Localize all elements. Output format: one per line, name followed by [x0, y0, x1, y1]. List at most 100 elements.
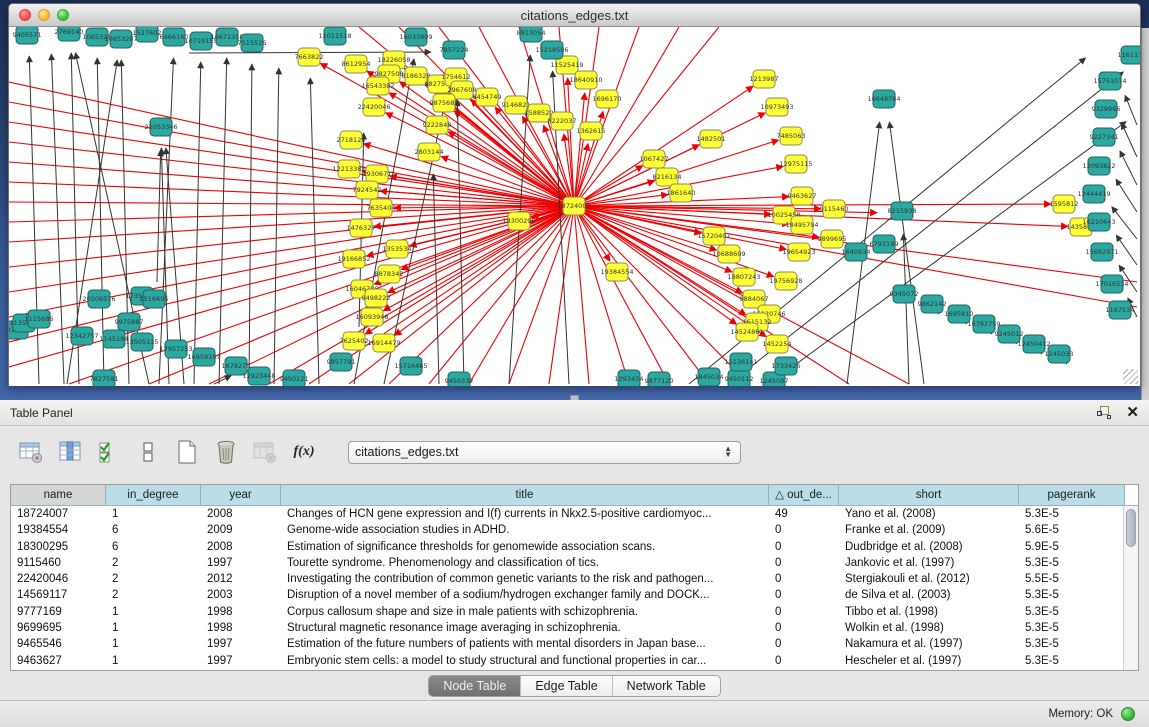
network-node[interactable]: 16033809: [399, 28, 432, 46]
memory-ok-indicator[interactable]: [1121, 707, 1135, 721]
table-row[interactable]: 977716911998Corpus callosum shape and si…: [11, 604, 1138, 620]
network-node[interactable]: 9450332: [445, 372, 474, 386]
network-node[interactable]: 1161174: [1118, 46, 1140, 64]
table-row[interactable]: 1872400712008Changes of HCN gene express…: [11, 506, 1138, 522]
network-node[interactable]: 8216134: [653, 168, 682, 186]
column-header-name[interactable]: name: [11, 485, 106, 505]
network-node[interactable]: 7663822: [295, 48, 324, 66]
network-node[interactable]: 15716485: [394, 357, 427, 375]
delete-table-icon[interactable]: [213, 439, 239, 465]
close-window-button[interactable]: [19, 9, 31, 21]
network-node[interactable]: 9405571: [13, 27, 42, 44]
network-node[interactable]: 8215938: [888, 202, 917, 220]
new-table-icon[interactable]: [174, 439, 200, 465]
network-node[interactable]: 1362615: [577, 122, 606, 140]
network-node[interactable]: 2769140: [55, 27, 84, 41]
network-node[interactable]: 8813054: [517, 27, 546, 42]
float-panel-icon[interactable]: [1097, 406, 1112, 420]
network-node[interactable]: 8878342: [375, 265, 404, 283]
network-window-titlebar[interactable]: citations_edges.txt: [9, 4, 1140, 27]
network-node[interactable]: 15720407: [697, 227, 730, 245]
network-node[interactable]: 9227341: [1090, 128, 1119, 146]
network-node[interactable]: 6793199: [870, 235, 899, 253]
network-node[interactable]: 21053346: [144, 118, 177, 136]
close-panel-icon[interactable]: ✕: [1126, 406, 1139, 420]
resize-grip[interactable]: [1123, 369, 1138, 384]
network-node[interactable]: 15751074: [1093, 72, 1126, 90]
network-node[interactable]: 11011518: [318, 27, 351, 45]
column-header-year[interactable]: year: [201, 485, 281, 505]
zoom-window-button[interactable]: [57, 9, 69, 21]
column-header-in_degree[interactable]: in_degree: [106, 485, 201, 505]
network-node[interactable]: 12975115: [779, 155, 812, 173]
tab-node-table[interactable]: Node Table: [429, 676, 521, 696]
network-node[interactable]: 9450112: [725, 370, 754, 386]
network-node[interactable]: 17016534: [1095, 275, 1128, 293]
network-node[interactable]: 10688609: [712, 245, 745, 263]
network-node[interactable]: 10973493: [760, 98, 793, 116]
network-node[interactable]: 1245033: [1045, 345, 1074, 363]
network-node[interactable]: 12093822: [1082, 157, 1115, 175]
network-node[interactable]: 9862142: [918, 295, 947, 313]
network-node[interactable]: 1145194: [100, 330, 129, 348]
network-node[interactable]: 12444419: [1077, 185, 1110, 203]
network-node[interactable]: 19756928: [769, 272, 802, 290]
tab-edge-table[interactable]: Edge Table: [521, 676, 612, 696]
network-view-window[interactable]: citations_edges.txt 76638228612954182260…: [8, 3, 1141, 386]
network-node[interactable]: 1527602: [133, 27, 162, 42]
network-graph[interactable]: 7663822861295418226058982750816543382818…: [9, 27, 1140, 386]
network-node[interactable]: 2803144: [415, 143, 444, 161]
tab-network-table[interactable]: Network Table: [613, 676, 720, 696]
network-node[interactable]: 7635404: [367, 199, 396, 217]
network-node[interactable]: 7485063: [777, 127, 806, 145]
network-node[interactable]: 13505135: [125, 333, 158, 351]
column-header-short[interactable]: short: [839, 485, 1019, 505]
network-node[interactable]: 9450121: [280, 370, 309, 386]
row-height-icon[interactable]: [135, 439, 161, 465]
network-node[interactable]: 8612954: [342, 55, 371, 73]
network-node[interactable]: 9115460: [820, 200, 849, 218]
network-node[interactable]: 16648784: [867, 90, 900, 108]
network-node[interactable]: 9877120: [645, 372, 674, 386]
network-node[interactable]: 7827591: [90, 370, 119, 386]
scrollbar-thumb[interactable]: [1126, 509, 1136, 547]
network-node[interactable]: 9899695: [818, 230, 847, 248]
minimize-window-button[interactable]: [38, 9, 50, 21]
table-row[interactable]: 969969511998Structural magnetic resonanc…: [11, 620, 1138, 636]
network-node[interactable]: 9329966: [1092, 100, 1121, 118]
network-node[interactable]: 9857791: [327, 353, 356, 371]
network-node[interactable]: 1696170: [593, 90, 622, 108]
table-row[interactable]: 1830029562008Estimation of significance …: [11, 539, 1138, 555]
network-node[interactable]: 20206576: [82, 290, 115, 308]
network-node[interactable]: 1353534: [383, 240, 412, 258]
column-header-pagerank[interactable]: pagerank: [1019, 485, 1125, 505]
network-node[interactable]: 2718126: [337, 131, 366, 149]
network-node[interactable]: 1093454: [615, 370, 644, 386]
network-node[interactable]: 1476327: [347, 219, 376, 237]
network-node[interactable]: 1067427: [640, 150, 669, 168]
table-selector-dropdown[interactable]: citations_edges.txt ▲▼: [348, 441, 741, 464]
network-node[interactable]: 1733426: [772, 357, 801, 375]
network-node[interactable]: 12342757: [65, 327, 98, 345]
network-node[interactable]: 9875685: [430, 94, 459, 112]
network-canvas[interactable]: 7663822861295418226058982750816543382818…: [9, 27, 1140, 386]
network-node[interactable]: 19654923: [782, 243, 815, 261]
network-node[interactable]: 1845034: [695, 368, 724, 386]
network-node[interactable]: 16914479: [367, 334, 400, 352]
network-node[interactable]: 1482501: [697, 130, 726, 148]
table-row[interactable]: 946554611997Estimation of the future num…: [11, 636, 1138, 652]
function-builder-icon[interactable]: f(x): [291, 439, 317, 465]
table-row[interactable]: 946362711997Embryonic stem cells: a mode…: [11, 653, 1138, 669]
show-columns-icon[interactable]: [57, 439, 83, 465]
table-row[interactable]: 911546021997Tourette syndrome. Phenomeno…: [11, 555, 1138, 571]
table-row[interactable]: 1938455462009Genome-wide association stu…: [11, 522, 1138, 538]
network-node[interactable]: 1595812: [1050, 195, 1079, 213]
network-node[interactable]: 9975887: [115, 313, 144, 331]
network-node[interactable]: 7857224: [440, 41, 469, 59]
table-row[interactable]: 2242004622012Investigating the contribut…: [11, 571, 1138, 587]
table-row[interactable]: 1456911722003Disruption of a novel membe…: [11, 587, 1138, 603]
column-header-title[interactable]: title: [281, 485, 769, 505]
network-node[interactable]: 1640934: [842, 243, 871, 261]
table-settings-icon[interactable]: [18, 439, 44, 465]
network-node[interactable]: 9498222: [362, 289, 391, 307]
